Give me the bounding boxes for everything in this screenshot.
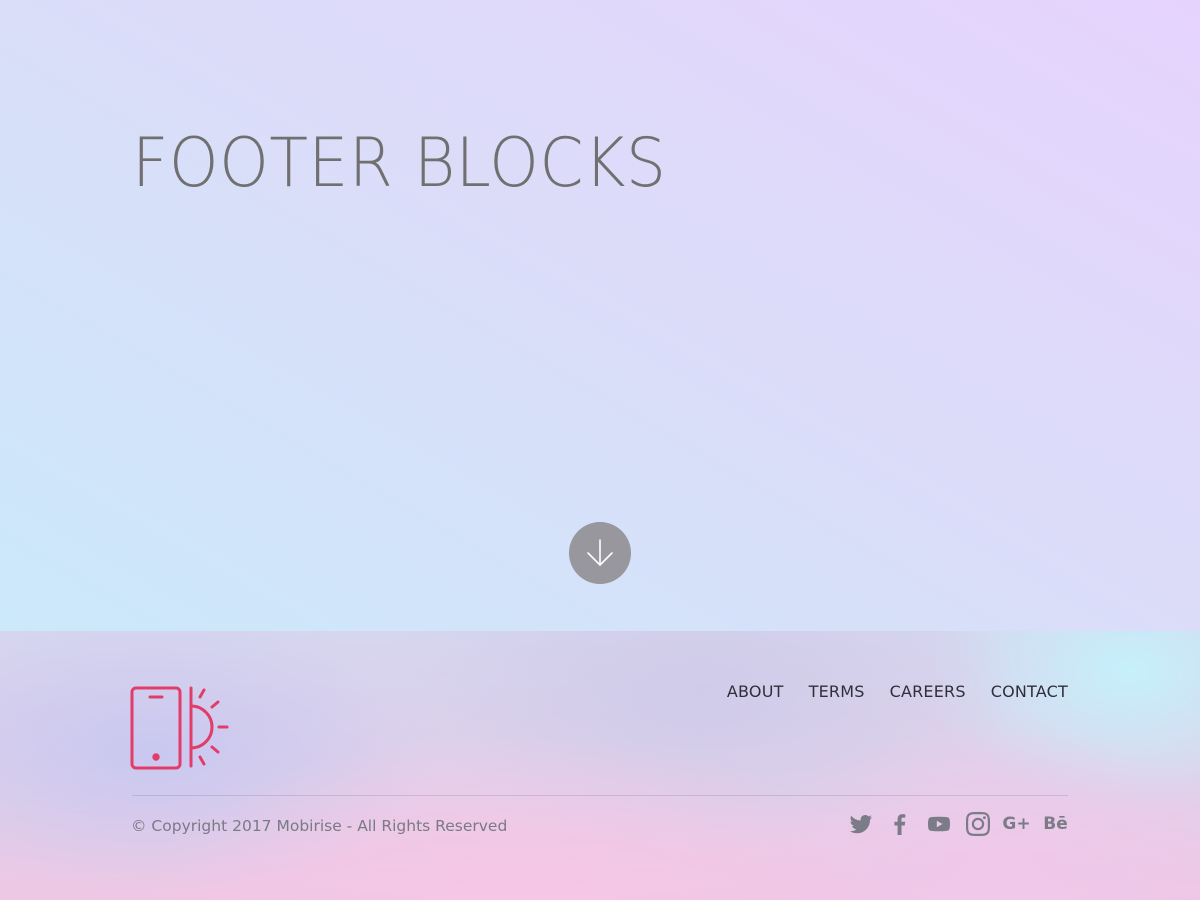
facebook-icon [893,813,905,835]
nav-link-terms[interactable]: TERMS [809,682,865,701]
footer: ABOUT TERMS CAREERS CONTACT © Copyright … [0,631,1200,900]
scroll-down-button[interactable] [569,522,631,584]
nav-link-contact[interactable]: CONTACT [991,682,1068,701]
google-plus-icon: G+ [1002,813,1031,834]
phone-sun-logo-icon [130,686,229,770]
nav-link-about[interactable]: ABOUT [727,682,784,701]
nav-link-careers[interactable]: CAREERS [890,682,966,701]
social-links: G+ Bē [848,811,1068,836]
facebook-link[interactable] [887,811,912,836]
hero-section: FOOTER BLOCKS [0,0,1200,631]
twitter-icon [849,814,872,833]
youtube-link[interactable] [926,811,951,836]
arrow-down-icon [587,539,613,566]
instagram-icon [965,811,990,836]
footer-divider [132,795,1068,796]
behance-icon: Bē [1043,813,1068,834]
instagram-link[interactable] [965,811,990,836]
copyright-text: © Copyright 2017 Mobirise - All Rights R… [131,817,508,835]
behance-link[interactable]: Bē [1043,811,1068,836]
footer-nav: ABOUT TERMS CAREERS CONTACT [727,682,1068,701]
logo[interactable] [130,686,232,772]
page-title: FOOTER BLOCKS [132,124,667,203]
youtube-icon [927,816,950,831]
twitter-link[interactable] [848,811,873,836]
google-plus-link[interactable]: G+ [1002,811,1031,836]
